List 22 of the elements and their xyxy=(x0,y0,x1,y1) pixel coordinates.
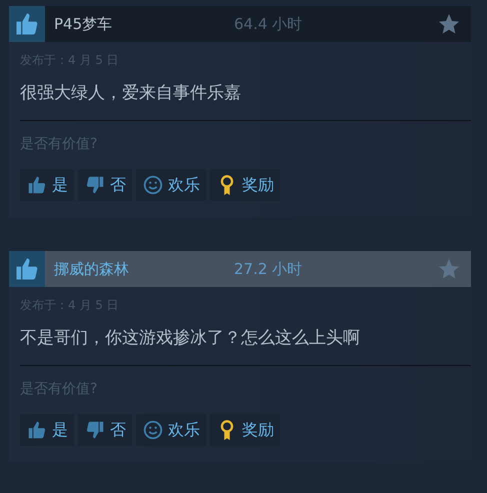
yes-button[interactable]: 是 xyxy=(20,169,74,201)
thumbs-up-icon xyxy=(26,174,48,196)
playtime: 64.4 小时 xyxy=(234,14,304,34)
author-name[interactable]: P45梦车 xyxy=(54,14,234,34)
review-text: 不是哥们，你这游戏掺冰了？怎么这么上头啊 xyxy=(20,327,361,349)
yes-button[interactable]: 是 xyxy=(20,414,74,446)
review-text: 很强大绿人，爱来自事件乐嘉 xyxy=(20,82,242,104)
author-name[interactable]: 挪威的森林 xyxy=(54,260,234,278)
funny-button[interactable]: 欢乐 xyxy=(136,169,206,201)
smiley-icon xyxy=(142,174,164,196)
no-button[interactable]: 否 xyxy=(78,414,132,446)
funny-button[interactable]: 欢乐 xyxy=(136,414,206,446)
playtime: 27.2 小时 xyxy=(234,260,304,278)
thumbs-up-icon xyxy=(26,419,48,441)
star-icon[interactable] xyxy=(437,12,461,36)
award-button[interactable]: 奖励 xyxy=(210,169,280,201)
award-button[interactable]: 奖励 xyxy=(210,414,280,446)
no-button[interactable]: 否 xyxy=(78,169,132,201)
thumbs-down-icon xyxy=(84,174,106,196)
smiley-icon xyxy=(142,419,164,441)
star-icon[interactable] xyxy=(437,257,461,281)
thumbs-down-icon xyxy=(84,419,106,441)
